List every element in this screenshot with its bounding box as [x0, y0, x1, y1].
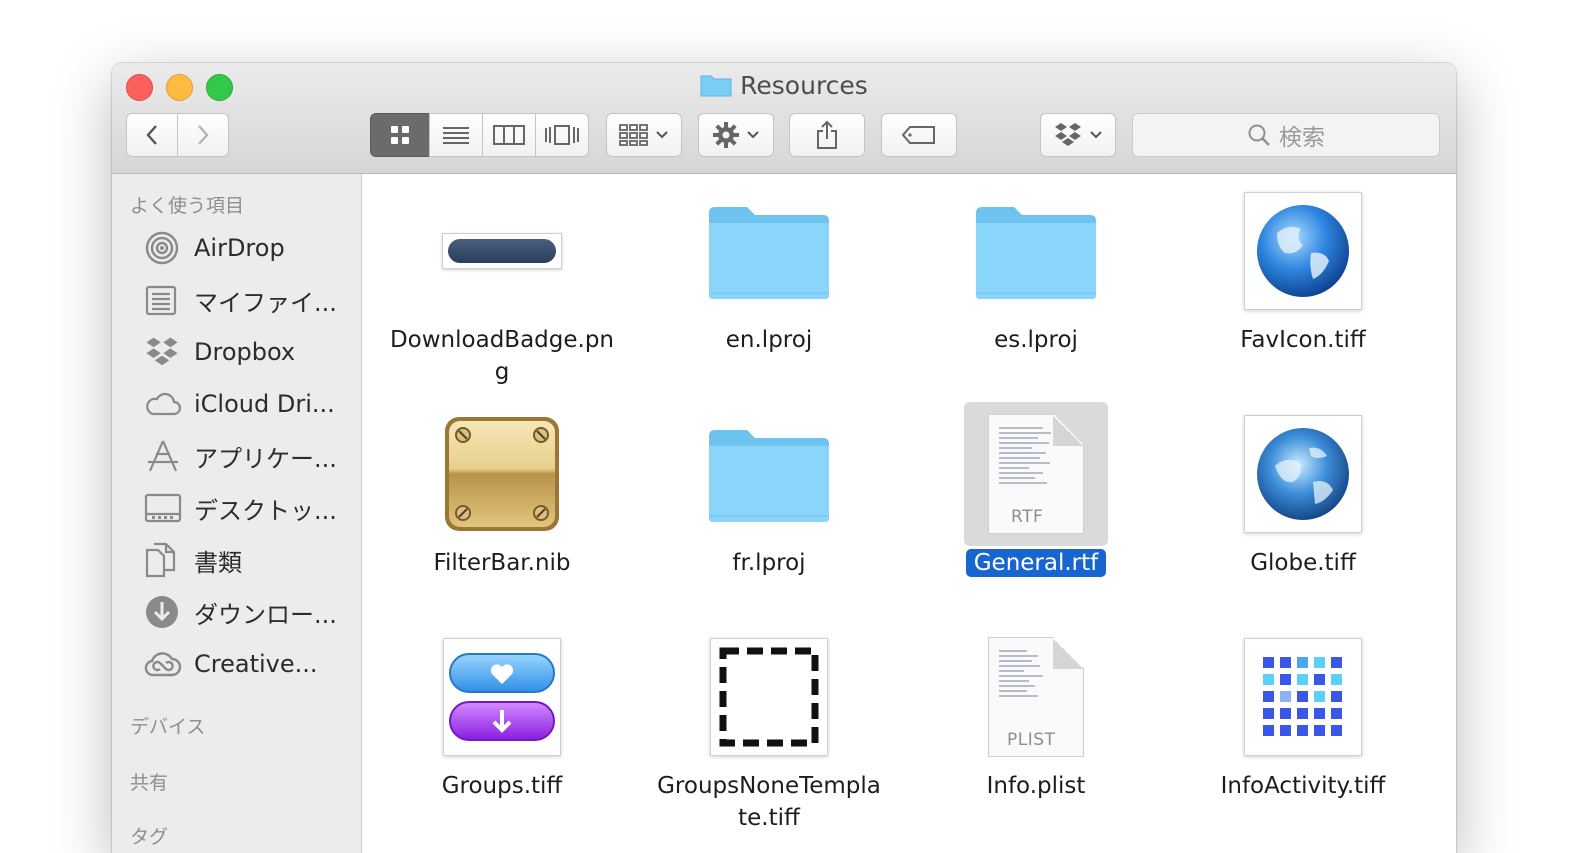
chevron-down-icon	[747, 131, 759, 139]
cover-flow-icon	[545, 125, 579, 145]
sidebar-item-airdrop[interactable]: AirDrop	[144, 226, 359, 270]
forward-button[interactable]	[177, 113, 229, 157]
cover-flow-view-button[interactable]	[535, 113, 589, 157]
favorites-header: よく使う項目	[130, 195, 245, 217]
folder-icon	[964, 179, 1108, 323]
documents-icon	[144, 542, 184, 578]
share-icon	[817, 120, 837, 149]
desktop-icon	[144, 490, 184, 526]
chevron-down-icon	[656, 131, 668, 139]
nib-icon	[430, 402, 574, 546]
sidebar-item-label: ダウンロー...	[194, 600, 337, 629]
sidebar-item-label: デスクトッ...	[194, 496, 337, 525]
applications-icon	[144, 438, 184, 474]
icon-view-icon	[391, 126, 409, 144]
arrange-button[interactable]	[606, 113, 682, 157]
gear-icon	[713, 122, 739, 148]
file-name: FilterBar.nib	[433, 550, 571, 576]
shared-header: 共有	[130, 772, 169, 794]
icon-view-button[interactable]	[370, 113, 430, 157]
title-bar: Resources 検索	[112, 63, 1456, 174]
chevron-right-icon	[198, 125, 209, 145]
share-button[interactable]	[789, 113, 865, 157]
file-name: General.rtf	[906, 547, 1166, 579]
list-view-button[interactable]	[429, 113, 483, 157]
dropbox-icon	[1055, 123, 1081, 146]
file-name: InfoActivity.tiff	[1220, 773, 1386, 799]
sidebar: よく使う項目 AirDrop マイファイ... Dropbox iCloud D…	[112, 174, 362, 853]
sidebar-item-label: Creative...	[194, 650, 318, 678]
sidebar-item-dropbox[interactable]: Dropbox	[144, 330, 359, 374]
dashed-square-icon	[697, 625, 841, 769]
activity-grid-icon	[1231, 625, 1375, 769]
sidebar-item-label: マイファイ...	[194, 288, 337, 317]
dropbox-icon	[144, 334, 184, 370]
plist-document-icon: PLIST	[964, 625, 1108, 769]
file-name: DownloadBadge.pn g	[389, 327, 615, 385]
file-name: Globe.tiff	[1250, 550, 1356, 576]
sidebar-item-label: アプリケー...	[194, 444, 337, 473]
downloads-icon	[144, 594, 184, 630]
creative-cloud-icon	[144, 646, 184, 682]
devices-header: デバイス	[130, 716, 206, 738]
back-button[interactable]	[126, 113, 178, 157]
file-name: GroupsNoneTempla te.tiff	[657, 773, 881, 831]
groups-image-icon	[430, 625, 574, 769]
column-view-button[interactable]	[482, 113, 536, 157]
search-placeholder: 検索	[1279, 125, 1325, 151]
sidebar-item-documents[interactable]: 書類	[144, 538, 359, 582]
rtf-document-icon: RTF	[964, 402, 1108, 546]
list-view-icon	[443, 127, 469, 144]
chevron-left-icon	[146, 125, 157, 145]
plist-tag: PLIST	[1007, 730, 1056, 750]
rtf-tag: RTF	[1011, 507, 1044, 527]
sidebar-item-applications[interactable]: アプリケー...	[144, 434, 359, 478]
window-title-text: Resources	[740, 71, 868, 100]
file-name: Groups.tiff	[441, 773, 563, 799]
cloud-icon	[144, 386, 184, 422]
file-icon-view: DownloadBadge.pn g en.lproj es.lproj Fav…	[362, 174, 1456, 853]
search-field[interactable]: 検索	[1132, 113, 1440, 157]
arrange-grid-icon	[619, 124, 648, 146]
navigation-buttons	[126, 113, 229, 157]
sidebar-item-label: 書類	[194, 548, 242, 577]
file-name: es.lproj	[994, 327, 1078, 353]
file-name: Info.plist	[986, 773, 1086, 799]
view-mode-control	[370, 113, 589, 157]
file-name: en.lproj	[725, 327, 813, 353]
sidebar-item-label: iCloud Dri...	[194, 390, 335, 418]
sidebar-item-all-my-files[interactable]: マイファイ...	[144, 278, 359, 322]
badge-image-icon	[430, 179, 574, 323]
all-files-icon	[144, 282, 184, 318]
globe-icon	[1231, 402, 1375, 546]
folder-icon	[697, 402, 841, 546]
file-name: FavIcon.tiff	[1240, 327, 1366, 353]
action-button[interactable]	[698, 113, 774, 157]
sidebar-item-icloud-drive[interactable]: iCloud Dri...	[144, 382, 359, 426]
tag-icon	[901, 126, 935, 144]
sidebar-item-downloads[interactable]: ダウンロー...	[144, 590, 359, 634]
airdrop-icon	[144, 230, 184, 266]
window-title: Resources	[112, 71, 1456, 103]
file-name-selected: General.rtf	[965, 549, 1107, 577]
sidebar-item-creative-cloud[interactable]: Creative...	[144, 642, 359, 686]
globe-icon	[1231, 179, 1375, 323]
folder-icon	[700, 73, 732, 103]
column-view-icon	[493, 125, 525, 145]
finder-window: Resources 検索 よく使う項目 AirDrop マイファイ... Dro…	[112, 63, 1456, 853]
sidebar-item-desktop[interactable]: デスクトッ...	[144, 486, 359, 530]
tags-header: タグ	[130, 826, 169, 848]
search-icon	[1248, 124, 1270, 146]
sidebar-item-label: AirDrop	[194, 234, 285, 262]
dropbox-button[interactable]	[1040, 113, 1116, 157]
edit-tags-button[interactable]	[881, 113, 957, 157]
folder-icon	[697, 179, 841, 323]
sidebar-item-label: Dropbox	[194, 338, 296, 366]
file-name: fr.lproj	[732, 550, 806, 576]
chevron-down-icon	[1090, 131, 1102, 139]
